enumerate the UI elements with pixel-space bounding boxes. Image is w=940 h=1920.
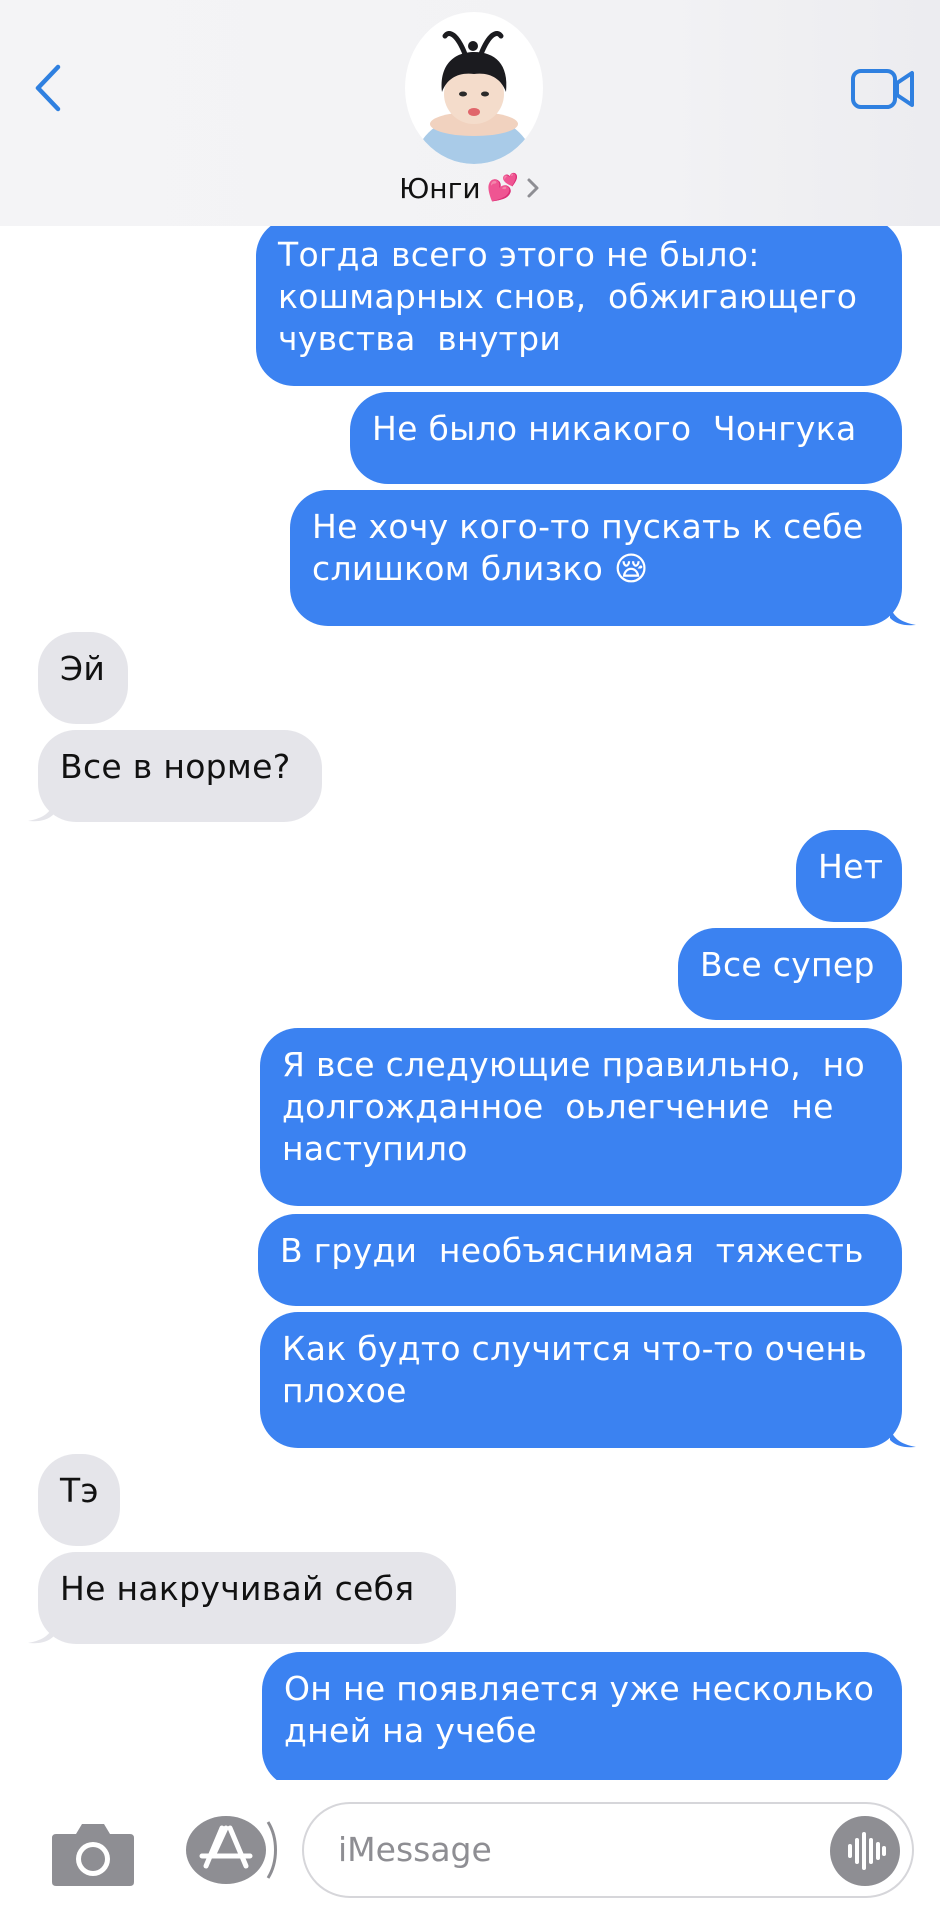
message-bubble-outgoing[interactable]: Не было никакого Чонгука <box>350 392 902 484</box>
camera-icon <box>52 1824 134 1886</box>
video-camera-icon <box>851 69 914 109</box>
message-bubble-incoming[interactable]: Эй <box>38 632 128 724</box>
message-input[interactable]: iMessage <box>302 1802 914 1898</box>
message-thread: Тогда всего этого не было: кошмарных сно… <box>0 0 940 1920</box>
app-store-icon <box>186 1816 277 1884</box>
bubble-tail <box>28 800 54 822</box>
message-bubble-incoming[interactable]: Все в норме? <box>38 730 322 822</box>
composer-bar: iMessage <box>0 1780 940 1920</box>
message-bubble-outgoing[interactable]: Он не появляется уже несколько дней на у… <box>262 1652 902 1788</box>
message-bubble-outgoing[interactable]: Не хочу кого-то пускать к себе слишком б… <box>290 490 902 626</box>
message-bubble-outgoing[interactable]: В груди необъяснимая тяжесть <box>258 1214 902 1306</box>
heart-emoji: 💕 <box>486 173 519 203</box>
contact-name-row[interactable]: Юнги 💕 <box>0 168 940 208</box>
messages-screen: Тогда всего этого не было: кошмарных сно… <box>0 0 940 1920</box>
voice-message-button[interactable] <box>830 1816 900 1886</box>
video-call-button[interactable] <box>850 66 916 112</box>
avatar-image <box>405 12 543 164</box>
message-bubble-outgoing[interactable]: Я все следующие правильно, но долгожданн… <box>260 1028 902 1206</box>
conversation-header: Юнги 💕 <box>0 0 940 226</box>
chevron-left-icon <box>35 64 61 112</box>
bubble-tail <box>28 1622 54 1644</box>
chevron-right-icon <box>527 178 539 198</box>
waveform-icon <box>848 1832 886 1870</box>
contact-avatar[interactable] <box>405 12 543 164</box>
message-bubble-incoming[interactable]: Не накручивай себя <box>38 1552 456 1644</box>
message-bubble-outgoing[interactable]: Тогда всего этого не было: кошмарных сно… <box>256 218 902 386</box>
camera-button[interactable] <box>48 1818 138 1890</box>
bubble-tail <box>890 1426 916 1448</box>
message-input-placeholder: iMessage <box>338 1830 492 1869</box>
message-bubble-outgoing[interactable]: Все супер <box>678 928 902 1020</box>
message-bubble-outgoing[interactable]: Нет <box>796 830 902 922</box>
app-store-button[interactable] <box>182 1814 278 1886</box>
contact-name: Юнги <box>399 171 481 205</box>
back-button[interactable] <box>28 60 68 116</box>
bubble-tail <box>890 604 916 626</box>
message-bubble-incoming[interactable]: Тэ <box>38 1454 120 1546</box>
message-bubble-outgoing[interactable]: Как будто случится что-то очень плохое <box>260 1312 902 1448</box>
